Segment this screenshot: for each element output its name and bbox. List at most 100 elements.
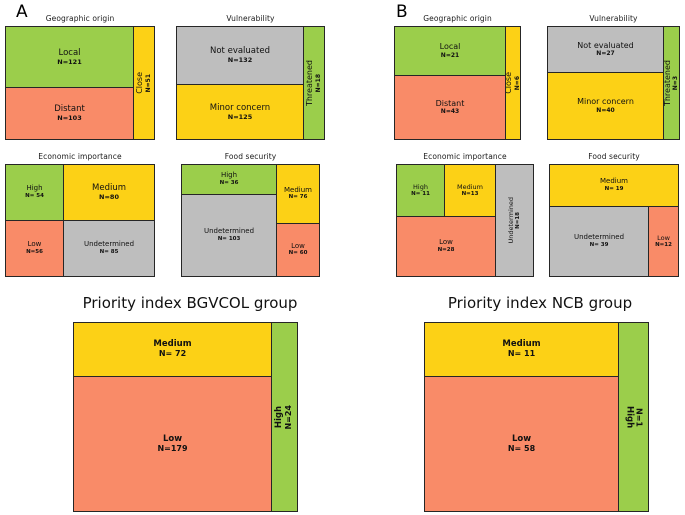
tile-count: N= 58 — [507, 443, 536, 453]
tile-count: N=24 — [284, 404, 294, 430]
tile-label: Local — [439, 42, 461, 52]
tile-count: N=56 — [26, 248, 43, 255]
tile-undetermined: Undetermined N=18 — [495, 164, 534, 277]
tile-count: N= 36 — [219, 179, 239, 186]
tile-count: N=13 — [461, 190, 479, 197]
tile-label: Undetermined — [573, 233, 625, 242]
mosaic-a-geographic-origin: Geographic origin Local N=121 Distant N=… — [5, 14, 155, 140]
tile-count: N=132 — [227, 56, 253, 65]
tile-count: N=125 — [227, 112, 253, 121]
tile-medium: Medium N= 76 — [276, 164, 320, 224]
tile-high: High N=24 — [271, 322, 298, 512]
tile-close: Close N=51 — [133, 26, 155, 140]
tile-label: Medium — [502, 339, 541, 350]
tile-count: N=18 — [514, 212, 521, 229]
tile-count: N= 103 — [217, 235, 241, 242]
tile-low: Low N=56 — [5, 220, 64, 277]
tile-count: N=27 — [596, 50, 615, 58]
tile-label: Not evaluated — [210, 46, 270, 57]
tile-count: N=43 — [440, 108, 460, 116]
tile-label: Distant — [54, 104, 85, 115]
tile-label: Low — [511, 433, 532, 444]
tile-high: High N= 54 — [5, 164, 64, 221]
tile-medium: Medium N=13 — [444, 164, 496, 217]
mosaic-title: Geographic origin — [45, 14, 115, 23]
tile-distant: Distant N=43 — [394, 75, 506, 140]
tile-count: N= 19 — [604, 185, 624, 192]
tile-count: N=12 — [655, 241, 672, 248]
tile-label: Medium — [284, 185, 312, 194]
tile-count: N= 54 — [25, 192, 44, 199]
tile-medium: Medium N= 19 — [549, 164, 679, 207]
tile-low: Low N= 60 — [276, 223, 320, 277]
tile-label: Low — [439, 238, 453, 247]
tile-undetermined: Undetermined N= 85 — [63, 220, 155, 277]
tile-label: Close — [505, 72, 514, 94]
mosaic-a-food-security: Food security High N= 36 Undetermined N=… — [181, 152, 320, 277]
tile-label: Medium — [92, 183, 126, 194]
mosaic-b-food-security: Food security Medium N= 19 Undetermined … — [549, 152, 679, 277]
tile-label: Local — [58, 47, 81, 58]
tile-label: Undetermined — [83, 240, 135, 249]
tile-not-evaluated: Not evaluated N=27 — [547, 26, 664, 73]
tile-undetermined: Undetermined N= 103 — [181, 194, 277, 277]
mosaic-b-vulnerability: Vulnerability Not evaluated N=27 Minor c… — [547, 14, 680, 140]
tile-not-evaluated: Not evaluated N=132 — [176, 26, 304, 85]
tile-label: Low — [162, 433, 183, 444]
tile-count: N=179 — [157, 443, 188, 453]
tile-minor-concern: Minor concern N=40 — [547, 72, 664, 140]
tile-medium: Medium N=80 — [63, 164, 155, 221]
tile-label: Medium — [153, 339, 192, 350]
tile-low: Low N=12 — [648, 206, 679, 277]
tile-count: N=6 — [513, 75, 521, 91]
tile-label: Undetermined — [506, 197, 515, 244]
tile-count: N=40 — [596, 106, 615, 114]
priority-title-bgvcol: Priority index BGVCOL group — [82, 294, 298, 312]
mosaic-title: Geographic origin — [423, 14, 492, 23]
tile-label: Threatened — [305, 59, 315, 107]
tile-label: High — [274, 405, 285, 429]
mosaic-b-priority-index: Medium N= 11 Low N= 58 High N=1 — [424, 322, 649, 512]
tile-minor-concern: Minor concern N=125 — [176, 84, 304, 140]
tile-count: N=28 — [437, 246, 455, 253]
tile-label: Not evaluated — [577, 40, 634, 50]
tile-distant: Distant N=103 — [5, 87, 134, 140]
tile-count: N=80 — [99, 193, 119, 202]
tile-label: Threatened — [663, 59, 672, 107]
mosaic-a-economic-importance: Economic importance High N= 54 Medium N=… — [5, 152, 155, 277]
tile-local: Local N=121 — [5, 26, 134, 88]
mosaic-b-geographic-origin: Geographic origin Local N=21 Distant N=4… — [394, 14, 521, 140]
tile-label: Medium — [600, 177, 628, 186]
mosaic-title: Vulnerability — [589, 14, 638, 23]
tile-medium: Medium N= 72 — [73, 322, 272, 377]
tile-label: High — [26, 184, 43, 193]
tile-count: N= 39 — [589, 241, 609, 248]
tile-label: Undetermined — [203, 227, 255, 236]
mosaic-title: Economic importance — [38, 152, 122, 161]
tile-high: High N=1 — [618, 322, 649, 512]
tile-label: Distant — [435, 98, 465, 108]
priority-title-ncb: Priority index NCB group — [447, 294, 633, 312]
tile-count: N=51 — [144, 73, 152, 93]
tile-low: Low N=179 — [73, 376, 272, 512]
tile-label: High — [413, 182, 428, 191]
tile-count: N= 11 — [507, 349, 536, 359]
mosaic-a-priority-index: Medium N= 72 Low N=179 High N=24 — [73, 322, 298, 512]
mosaic-title: Food security — [224, 152, 277, 161]
tile-label: Low — [27, 240, 42, 249]
tile-low: Low N=28 — [396, 216, 496, 277]
mosaic-title: Food security — [588, 152, 640, 161]
tile-local: Local N=21 — [394, 26, 506, 76]
tile-undetermined: Undetermined N= 39 — [549, 206, 649, 277]
mosaic-title: Vulnerability — [226, 14, 275, 23]
tile-label: Minor concern — [577, 97, 634, 107]
tile-count: N= 72 — [158, 349, 187, 359]
tile-count: N=21 — [440, 51, 460, 59]
tile-count: N= 11 — [411, 190, 430, 197]
mosaic-a-vulnerability: Vulnerability Not evaluated N=132 Minor … — [176, 14, 325, 140]
mosaic-title: Economic importance — [423, 152, 507, 161]
tile-low: Low N= 58 — [424, 376, 619, 512]
tile-medium: Medium N= 11 — [424, 322, 619, 377]
tile-count: N= 60 — [288, 250, 308, 257]
tile-threatened: Threatened N=18 — [303, 26, 325, 140]
